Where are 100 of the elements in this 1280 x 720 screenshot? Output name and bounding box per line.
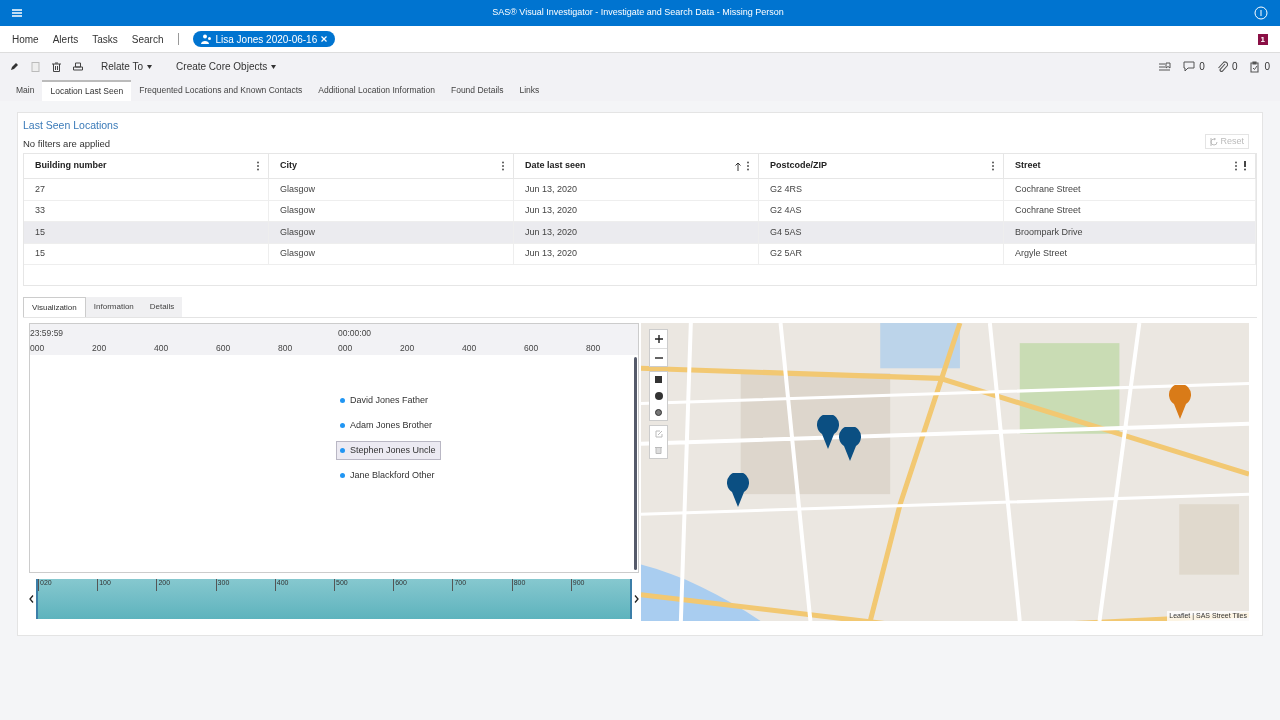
info-icon[interactable] bbox=[1254, 6, 1268, 20]
tab[interactable]: Additional Location Information bbox=[310, 80, 443, 101]
print-icon[interactable] bbox=[73, 61, 83, 72]
table-cell: 15 bbox=[24, 243, 269, 264]
nav-link[interactable]: Home bbox=[12, 31, 39, 47]
tick-label: 200 bbox=[92, 342, 107, 355]
trash-icon[interactable] bbox=[52, 61, 61, 72]
dot-icon bbox=[340, 473, 345, 478]
time-label: 23:59:59 bbox=[30, 327, 64, 340]
tick-label: 200 bbox=[400, 342, 415, 355]
nav-link[interactable]: Tasks bbox=[92, 31, 118, 47]
dot-icon bbox=[340, 398, 345, 403]
dropdown-menu-button[interactable]: Create Core Objects bbox=[170, 59, 283, 74]
tab[interactable]: Links bbox=[511, 80, 548, 101]
time-label: 00:00:00 bbox=[338, 327, 372, 340]
tab[interactable]: Details bbox=[141, 297, 183, 317]
sort-arrow-icon[interactable] bbox=[735, 161, 741, 171]
tick-label: 400 bbox=[462, 342, 477, 355]
tick-label: 000 bbox=[30, 342, 45, 355]
paperclip-icon bbox=[1216, 60, 1228, 73]
circle-icon[interactable] bbox=[654, 392, 663, 400]
table-cell: Jun 13, 2020 bbox=[514, 222, 759, 243]
timeline-entry[interactable]: Adam Jones Brother bbox=[336, 416, 441, 435]
minus-icon bbox=[654, 356, 663, 359]
table-row[interactable]: 33 Glasgow Jun 13, 2020 G2 4AS Cochrane Street bbox=[24, 200, 1256, 222]
caret-icon bbox=[271, 64, 277, 69]
column-menu-icon[interactable] bbox=[501, 161, 505, 171]
map-pin-icon[interactable] bbox=[727, 473, 749, 507]
tick-label: 600 bbox=[216, 342, 231, 355]
table-cell: Glasgow bbox=[269, 200, 514, 221]
tab[interactable]: Main bbox=[8, 80, 43, 101]
count-label: 0 bbox=[1264, 60, 1270, 74]
dot-icon bbox=[340, 423, 345, 428]
count-label: 0 bbox=[1231, 60, 1238, 74]
table-row[interactable]: 15 Glasgow Jun 13, 2020 G2 5AR Argyle Street bbox=[24, 243, 1256, 265]
tick-label: 800 bbox=[586, 342, 601, 355]
table-cell: Broompark Drive bbox=[1004, 222, 1256, 243]
tick-label: 600 bbox=[524, 342, 539, 355]
column-menu-icon[interactable] bbox=[991, 161, 995, 171]
column-header[interactable]: Postcode/ZIP bbox=[759, 154, 1004, 178]
list-icon[interactable] bbox=[1159, 61, 1172, 72]
window-title: SAS® Visual Investigator - Investigate and Search Data - Missing Person bbox=[491, 6, 785, 20]
tab[interactable]: Found Details bbox=[442, 80, 512, 101]
section-title: Last Seen Locations bbox=[23, 118, 120, 133]
table-cell: G4 5AS bbox=[759, 222, 1004, 243]
column-header[interactable]: City bbox=[269, 154, 514, 178]
timeline-entry[interactable]: Jane Blackford Other bbox=[336, 466, 441, 485]
table-cell: 33 bbox=[24, 200, 269, 221]
table-cell: 15 bbox=[24, 222, 269, 243]
menu-icon[interactable] bbox=[12, 9, 22, 17]
map-pin-icon[interactable] bbox=[817, 415, 839, 449]
dot-icon bbox=[340, 448, 345, 453]
map-pin-icon[interactable] bbox=[839, 427, 861, 461]
plus-icon bbox=[654, 335, 663, 343]
chevron-right-icon[interactable] bbox=[634, 595, 639, 603]
reset-icon bbox=[1210, 137, 1219, 146]
table-cell: G2 4AS bbox=[759, 200, 1004, 221]
caret-icon bbox=[147, 64, 153, 69]
tick-label: 000 bbox=[338, 342, 353, 355]
table-cell: Argyle Street bbox=[1004, 243, 1256, 264]
scrollbar[interactable] bbox=[634, 357, 637, 570]
timeline-entry[interactable]: Stephen Jones Uncle bbox=[336, 441, 441, 460]
tick-label: 800 bbox=[278, 342, 293, 355]
nav-link[interactable]: Alerts bbox=[52, 31, 79, 47]
tick-label: 400 bbox=[154, 342, 169, 355]
nav-link[interactable]: Search bbox=[131, 31, 164, 47]
column-header[interactable]: Date last seen bbox=[514, 154, 759, 178]
column-menu-icon[interactable] bbox=[1234, 161, 1238, 171]
table-cell: Jun 13, 2020 bbox=[514, 179, 759, 200]
chevron-left-icon[interactable] bbox=[29, 595, 34, 603]
timeline-entry[interactable]: David Jones Father bbox=[336, 391, 441, 410]
count-label: 0 bbox=[1199, 60, 1205, 74]
tab[interactable]: Location Last Seen bbox=[42, 80, 132, 101]
clipboard-icon bbox=[1249, 60, 1261, 73]
table-cell: G2 4RS bbox=[759, 179, 1004, 200]
column-settings-icon[interactable] bbox=[1243, 161, 1247, 171]
table-cell: 27 bbox=[24, 179, 269, 200]
close-icon[interactable] bbox=[321, 36, 328, 42]
column-header[interactable]: Street bbox=[1004, 154, 1256, 178]
table-cell: Cochrane Street bbox=[1004, 200, 1256, 221]
dropdown-menu-button[interactable]: Relate To bbox=[95, 59, 159, 74]
table-row[interactable]: 15 Glasgow Jun 13, 2020 G4 5AS Broompark Drive bbox=[24, 222, 1256, 244]
pencil-icon[interactable] bbox=[10, 62, 19, 71]
column-menu-icon[interactable] bbox=[746, 161, 750, 171]
table-cell: Jun 13, 2020 bbox=[514, 243, 759, 264]
comment-icon bbox=[1183, 61, 1196, 72]
people-icon bbox=[200, 34, 212, 44]
column-header[interactable]: Building number bbox=[24, 154, 269, 178]
filter-status: No filters are applied bbox=[23, 136, 112, 151]
table-row[interactable]: 27 Glasgow Jun 13, 2020 G2 4RS Cochrane Street bbox=[24, 179, 1256, 201]
circle-icon[interactable] bbox=[655, 409, 662, 416]
table-cell: Glasgow bbox=[269, 222, 514, 243]
tab[interactable]: Information bbox=[85, 297, 142, 317]
tab[interactable]: Visualization bbox=[23, 297, 86, 317]
table-cell: Jun 13, 2020 bbox=[514, 200, 759, 221]
notification-badge[interactable]: 1 bbox=[1257, 33, 1268, 45]
tab[interactable]: Frequented Locations and Known Contacts bbox=[131, 80, 311, 101]
column-menu-icon[interactable] bbox=[256, 161, 260, 171]
record-title: Lisa Jones 2020-06-16 bbox=[215, 32, 318, 47]
open-record-tab[interactable]: Lisa Jones 2020-06-16 bbox=[192, 31, 336, 47]
